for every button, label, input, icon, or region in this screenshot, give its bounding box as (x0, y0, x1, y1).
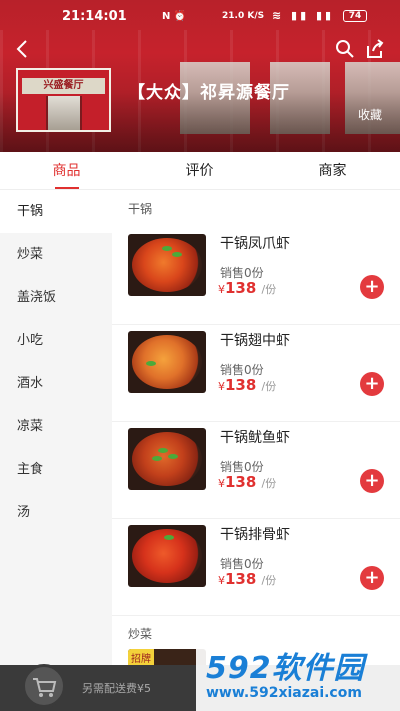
sidebar-item-cold-dishes[interactable]: 凉菜 (0, 405, 112, 448)
network-speed: 21.0 K/S (222, 11, 265, 21)
favorite-button[interactable]: 收藏 (358, 106, 382, 123)
dish-name: 干锅排骨虾 (220, 527, 290, 543)
tab-bar: 商品 评价 商家 (0, 152, 400, 190)
signature-badge: 招牌 (128, 649, 154, 666)
sidebar-item-drinks[interactable]: 酒水 (0, 362, 112, 405)
back-arrow-icon[interactable] (12, 38, 34, 60)
dish-price: ¥138 /份 (218, 570, 277, 588)
delivery-fee-text: 另需配送费¥5 (82, 682, 151, 695)
watermark-logo: 592软件园 (206, 651, 365, 686)
sidebar-item-dry-pot[interactable]: 干锅 (0, 190, 112, 233)
tab-merchant[interactable]: 商家 (266, 152, 399, 190)
sidebar-item-staples[interactable]: 主食 (0, 448, 112, 491)
dish-image (128, 525, 206, 587)
add-to-cart-button[interactable]: + (360, 469, 384, 493)
sidebar-item-snacks[interactable]: 小吃 (0, 319, 112, 362)
shop-name: 【大众】祁昇源餐厅 (128, 83, 290, 103)
dish-item[interactable]: 干锅鱿鱼虾 销售0份 ¥138 /份 + (112, 422, 400, 519)
dish-name: 干锅凤爪虾 (220, 236, 290, 252)
tab-reviews[interactable]: 评价 (133, 152, 266, 190)
dish-item[interactable]: 干锅翅中虾 销售0份 ¥138 /份 + (112, 325, 400, 422)
category-sidebar: 干锅 炒菜 盖浇饭 小吃 酒水 凉菜 主食 汤 (0, 190, 112, 711)
active-tab-indicator (55, 187, 79, 189)
site-watermark: 592软件园 www.592xiazai.com (196, 637, 400, 711)
add-to-cart-button[interactable]: + (360, 275, 384, 299)
shop-hero-banner: 21:14:01 N ⏰ 21.0 K/S ≋ ▮▮ ▮▮ 74 兴盛餐厅 【大… (0, 0, 400, 152)
battery-icon: 74 (343, 10, 367, 22)
tab-products[interactable]: 商品 (0, 152, 133, 190)
sidebar-item-rice-bowl[interactable]: 盖浇饭 (0, 276, 112, 319)
sidebar-item-soup[interactable]: 汤 (0, 491, 112, 534)
logo-sign: 兴盛餐厅 (22, 78, 105, 94)
dish-price: ¥138 /份 (218, 376, 277, 394)
watermark-url: www.592xiazai.com (206, 685, 362, 701)
status-bar: 21:14:01 N ⏰ 21.0 K/S ≋ ▮▮ ▮▮ 74 (0, 0, 400, 34)
search-icon[interactable] (334, 38, 356, 60)
dish-image (128, 428, 206, 490)
dish-name: 干锅翅中虾 (220, 333, 290, 349)
dish-item[interactable]: 干锅排骨虾 销售0份 ¥138 /份 + (112, 519, 400, 616)
add-to-cart-button[interactable]: + (360, 566, 384, 590)
dish-image (128, 331, 206, 393)
cart-icon[interactable] (22, 664, 66, 708)
notification-icons: N ⏰ (162, 11, 187, 22)
dish-price: ¥138 /份 (218, 279, 277, 297)
shop-logo: 兴盛餐厅 (16, 68, 111, 132)
status-time: 21:14:01 (62, 9, 127, 24)
dish-item[interactable]: 干锅凤爪虾 销售0份 ¥138 /份 + (112, 228, 400, 325)
dish-list[interactable]: 干锅 干锅凤爪虾 销售0份 ¥138 /份 + 干锅翅中虾 销售0份 ¥138 … (112, 190, 400, 711)
dish-price: ¥138 /份 (218, 473, 277, 491)
section-title: 干锅 (128, 202, 153, 216)
dish-image (128, 234, 206, 296)
add-to-cart-button[interactable]: + (360, 372, 384, 396)
sidebar-item-stir-fry[interactable]: 炒菜 (0, 233, 112, 276)
share-icon[interactable] (364, 38, 386, 60)
signal-icons: ≋ ▮▮ ▮▮ (272, 9, 335, 22)
dish-name: 干锅鱿鱼虾 (220, 430, 290, 446)
